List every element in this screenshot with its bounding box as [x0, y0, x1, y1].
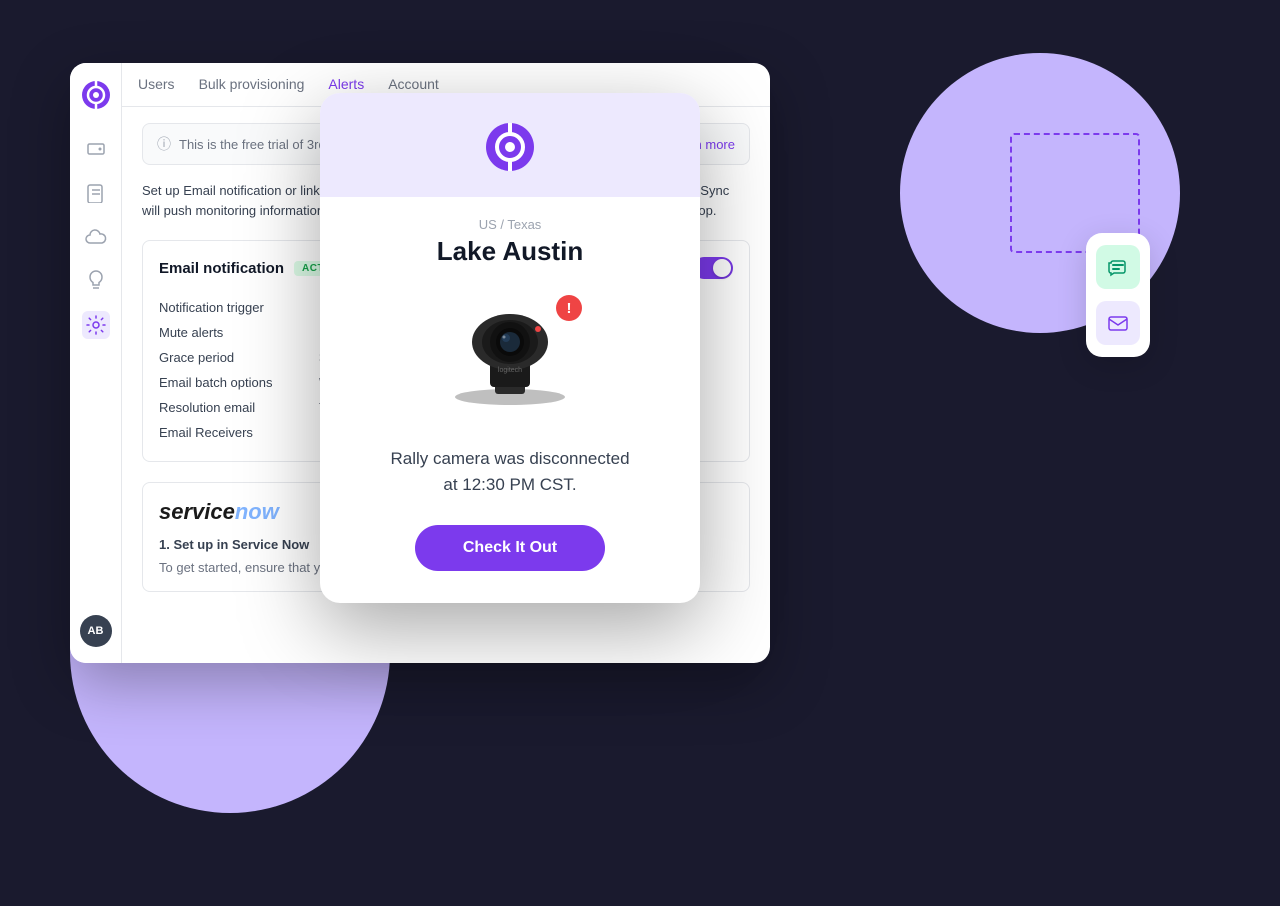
tab-bulk[interactable]: Bulk provisioning: [199, 64, 305, 106]
device-container: logitech !: [430, 287, 590, 422]
user-avatar[interactable]: AB: [80, 615, 112, 647]
email-icon-button[interactable]: [1096, 301, 1140, 345]
popup-logo-icon: [484, 121, 536, 173]
popup-body: US / Texas Lake Austin: [320, 197, 700, 603]
sidebar: AB: [70, 63, 122, 663]
side-icons-card: [1086, 233, 1150, 357]
sidebar-icon-cloud[interactable]: [82, 223, 110, 251]
tab-users[interactable]: Users: [138, 64, 175, 106]
popup-location: US / Texas: [348, 217, 672, 232]
sidebar-icon-bulb[interactable]: [82, 267, 110, 295]
error-badge: !: [556, 295, 582, 321]
app-logo[interactable]: [80, 79, 112, 111]
popup-header: [320, 93, 700, 197]
popup-room-name: Lake Austin: [348, 236, 672, 267]
sidebar-icon-settings[interactable]: [82, 311, 110, 339]
popup-message: Rally camera was disconnected at 12:30 P…: [348, 446, 672, 497]
check-it-out-button[interactable]: Check It Out: [415, 525, 605, 571]
info-icon: ⓘ: [157, 134, 171, 154]
chat-icon-button[interactable]: [1096, 245, 1140, 289]
email-icon: [1106, 311, 1130, 335]
svg-text:logitech: logitech: [498, 367, 522, 374]
sidebar-icon-devices[interactable]: [82, 135, 110, 163]
chat-icon: [1106, 255, 1130, 279]
sidebar-icon-book[interactable]: [82, 179, 110, 207]
notification-popup: US / Texas Lake Austin: [320, 93, 700, 603]
